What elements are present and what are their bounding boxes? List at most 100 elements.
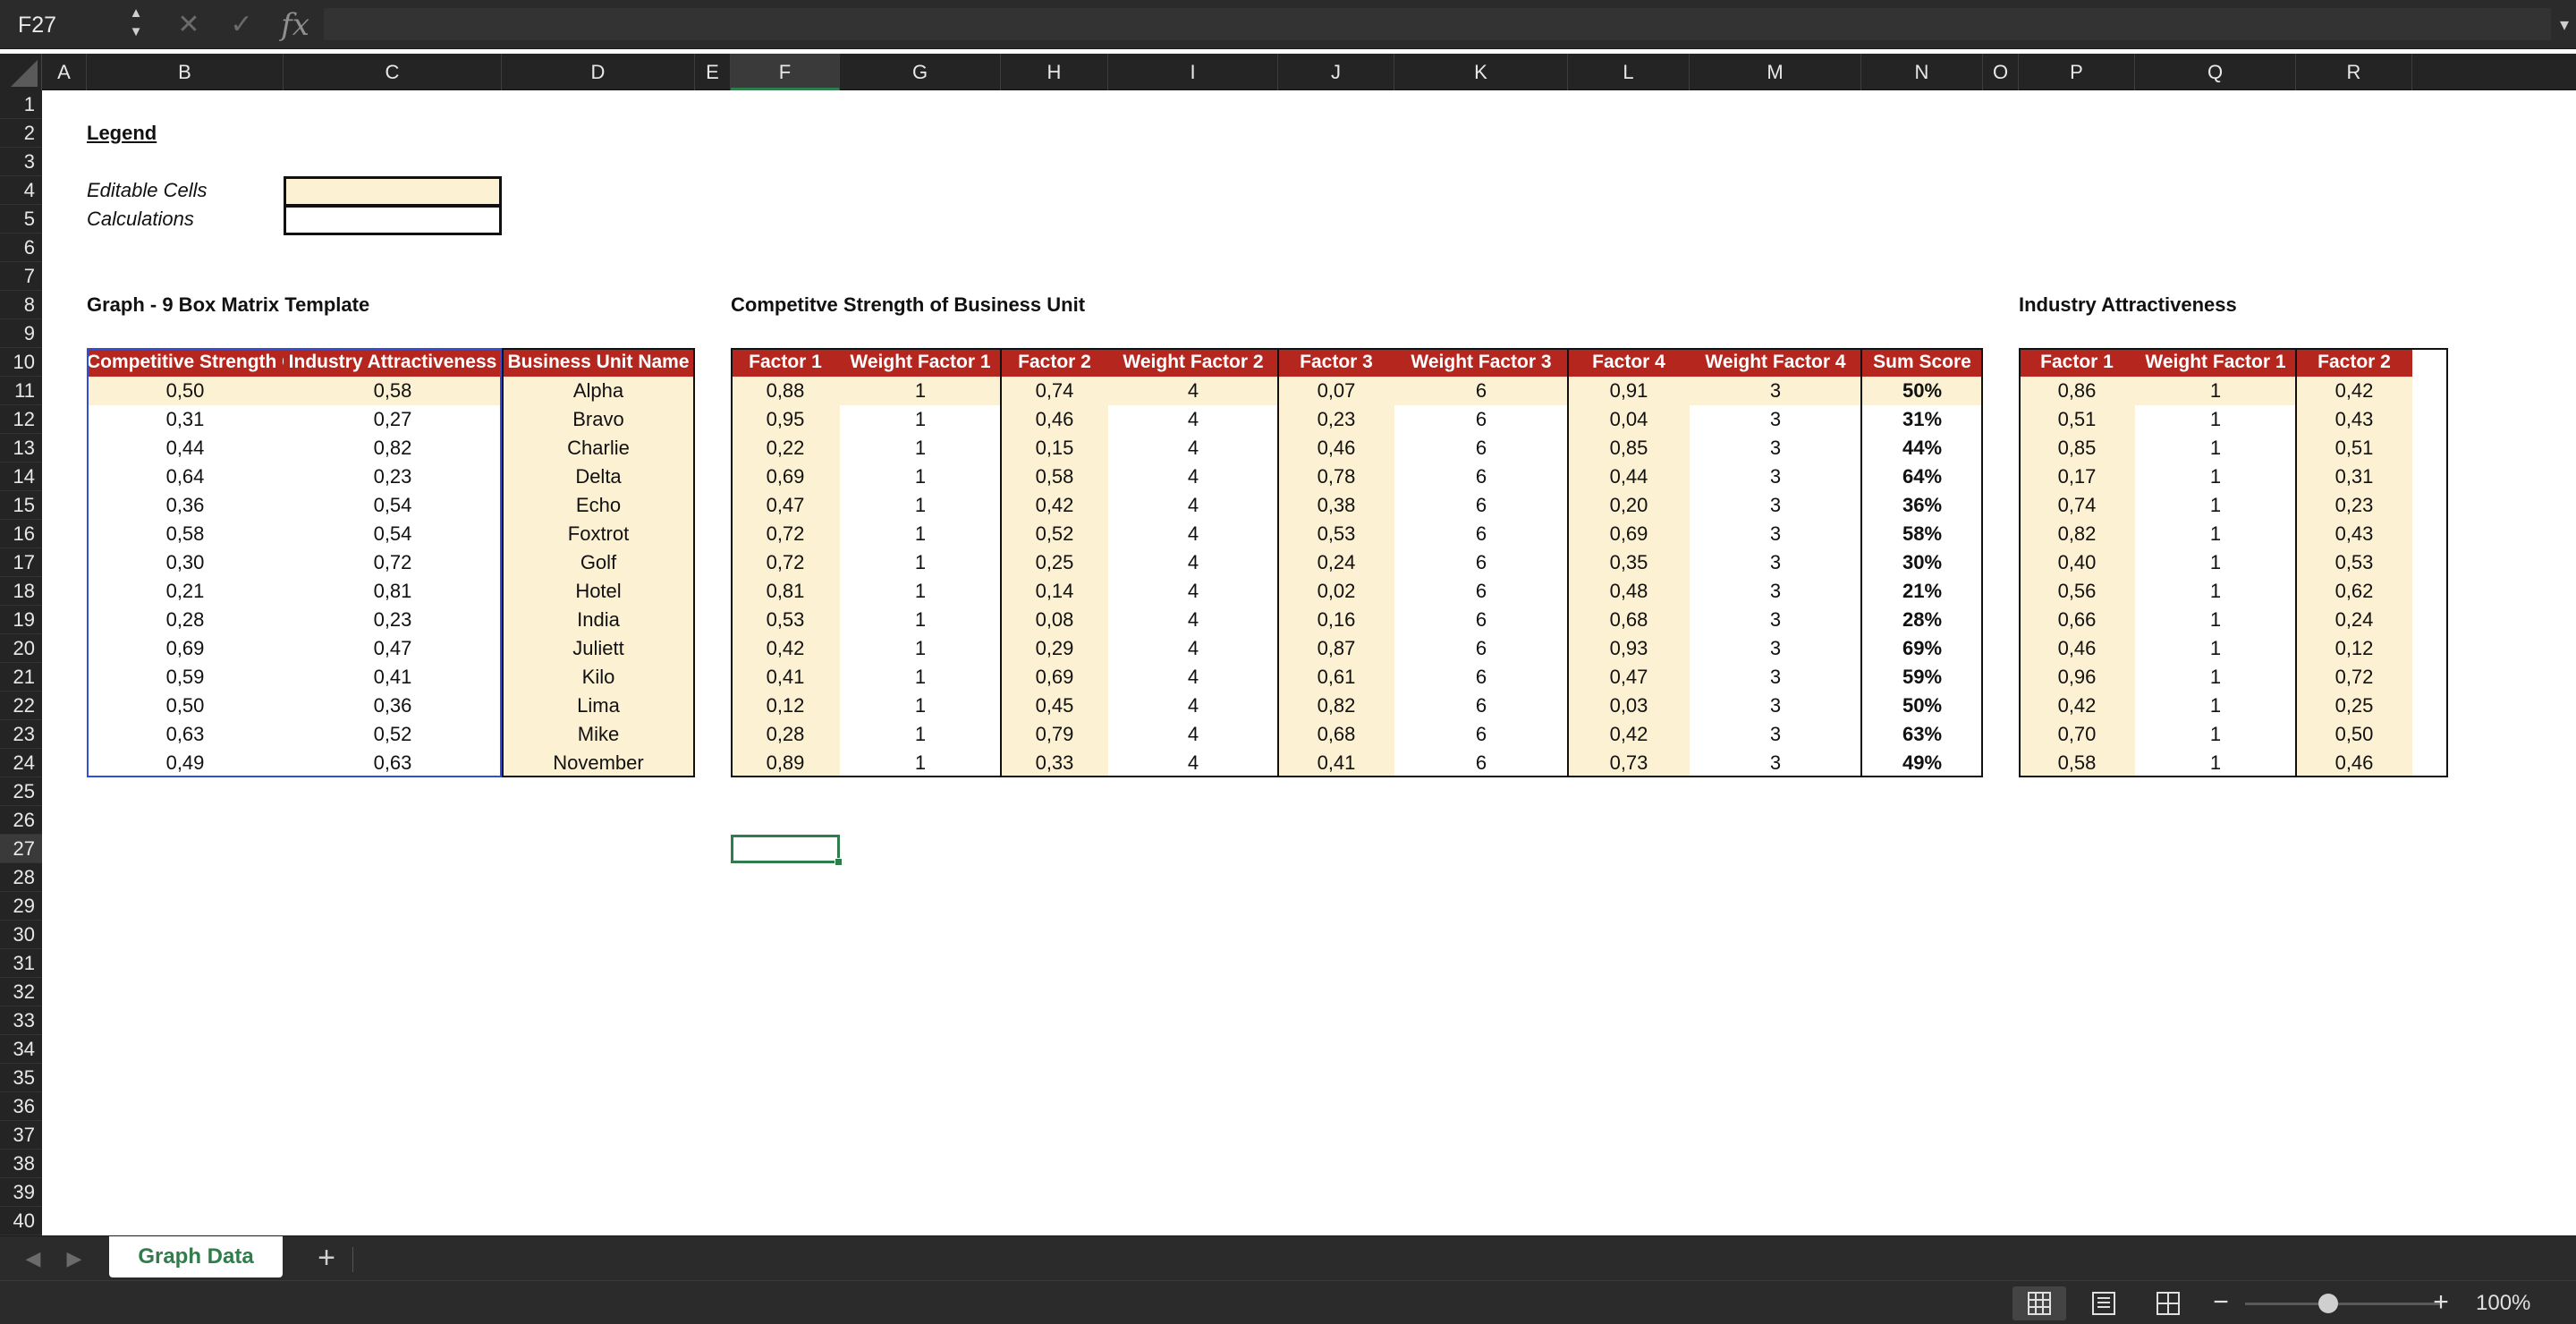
active-cell-selection[interactable] <box>731 835 843 866</box>
cell-g21[interactable]: 1 <box>840 663 1001 692</box>
cell-n23[interactable]: 63% <box>1861 720 1983 749</box>
cell-p18[interactable]: 0,56 <box>2019 577 2135 606</box>
cell-b13[interactable]: 0,44 <box>87 434 284 463</box>
header-industry-attractiveness[interactable]: Industry Attractiveness <box>284 348 502 377</box>
cell-p15[interactable]: 0,74 <box>2019 491 2135 520</box>
header-weight-factor-1[interactable]: Weight Factor 1 <box>2135 348 2296 377</box>
header-business-unit-name[interactable]: Business Unit Name <box>502 348 695 377</box>
cell-i24[interactable]: 4 <box>1108 749 1278 777</box>
header-competitive-strength-of-business-unit[interactable]: Competitive Strength Of Business Unit <box>87 348 284 377</box>
cell-d16[interactable]: Foxtrot <box>502 520 695 548</box>
cell-j17[interactable]: 0,24 <box>1278 548 1394 577</box>
header-factor-2[interactable]: Factor 2 <box>2296 348 2412 377</box>
header-factor-3[interactable]: Factor 3 <box>1278 348 1394 377</box>
cell-k18[interactable]: 6 <box>1394 577 1568 606</box>
cell-f22[interactable]: 0,12 <box>731 692 840 720</box>
cell-r21[interactable]: 0,72 <box>2296 663 2412 692</box>
cell-m18[interactable]: 3 <box>1690 577 1861 606</box>
cell-q13[interactable]: 1 <box>2135 434 2296 463</box>
row-header-21[interactable]: 21 <box>0 663 42 692</box>
cell-l24[interactable]: 0,73 <box>1568 749 1690 777</box>
cell-l22[interactable]: 0,03 <box>1568 692 1690 720</box>
cell-b17[interactable]: 0,30 <box>87 548 284 577</box>
cell-i14[interactable]: 4 <box>1108 463 1278 491</box>
row-header-28[interactable]: 28 <box>0 863 42 892</box>
column-header-i[interactable]: I <box>1108 54 1278 90</box>
row-header-35[interactable]: 35 <box>0 1064 42 1092</box>
cell-q21[interactable]: 1 <box>2135 663 2296 692</box>
column-header-p[interactable]: P <box>2019 54 2135 90</box>
cell-n19[interactable]: 28% <box>1861 606 1983 634</box>
cell-b15[interactable]: 0,36 <box>87 491 284 520</box>
cell-n15[interactable]: 36% <box>1861 491 1983 520</box>
cell-b20[interactable]: 0,69 <box>87 634 284 663</box>
cell-p11[interactable]: 0,86 <box>2019 377 2135 405</box>
cell-k13[interactable]: 6 <box>1394 434 1568 463</box>
cell-c19[interactable]: 0,23 <box>284 606 502 634</box>
row-header-29[interactable]: 29 <box>0 892 42 921</box>
cell-r18[interactable]: 0,62 <box>2296 577 2412 606</box>
row-header-2[interactable]: 2 <box>0 119 42 148</box>
column-header-j[interactable]: J <box>1278 54 1394 90</box>
cell-l15[interactable]: 0,20 <box>1568 491 1690 520</box>
cell-j24[interactable]: 0,41 <box>1278 749 1394 777</box>
cell-k19[interactable]: 6 <box>1394 606 1568 634</box>
cell-b12[interactable]: 0,31 <box>87 405 284 434</box>
cell-j15[interactable]: 0,38 <box>1278 491 1394 520</box>
column-header-q[interactable]: Q <box>2135 54 2296 90</box>
cell-f15[interactable]: 0,47 <box>731 491 840 520</box>
zoom-slider-thumb[interactable] <box>2318 1294 2338 1313</box>
cell-f24[interactable]: 0,89 <box>731 749 840 777</box>
cell-n11[interactable]: 50% <box>1861 377 1983 405</box>
sheet-grid[interactable]: Legend Editable Cells Calculations Graph… <box>42 90 2576 1235</box>
header-weight-factor-2[interactable]: Weight Factor 2 <box>1108 348 1278 377</box>
cell-j20[interactable]: 0,87 <box>1278 634 1394 663</box>
cell-h22[interactable]: 0,45 <box>1001 692 1108 720</box>
previous-sheet-icon[interactable]: ◀ <box>20 1236 47 1281</box>
cell-n20[interactable]: 69% <box>1861 634 1983 663</box>
cell-l21[interactable]: 0,47 <box>1568 663 1690 692</box>
cell-q14[interactable]: 1 <box>2135 463 2296 491</box>
add-sheet-button[interactable]: + <box>304 1236 349 1281</box>
cell-m16[interactable]: 3 <box>1690 520 1861 548</box>
cell-c12[interactable]: 0,27 <box>284 405 502 434</box>
row-header-27[interactable]: 27 <box>0 835 42 863</box>
cell-q18[interactable]: 1 <box>2135 577 2296 606</box>
cell-f17[interactable]: 0,72 <box>731 548 840 577</box>
cell-n17[interactable]: 30% <box>1861 548 1983 577</box>
cell-p20[interactable]: 0,46 <box>2019 634 2135 663</box>
cell-g11[interactable]: 1 <box>840 377 1001 405</box>
cell-p14[interactable]: 0,17 <box>2019 463 2135 491</box>
zoom-level[interactable]: 100% <box>2476 1281 2547 1324</box>
column-header-a[interactable]: A <box>42 54 87 90</box>
row-header-8[interactable]: 8 <box>0 291 42 319</box>
row-header-7[interactable]: 7 <box>0 262 42 291</box>
cell-r11[interactable]: 0,42 <box>2296 377 2412 405</box>
cell-g17[interactable]: 1 <box>840 548 1001 577</box>
cell-d20[interactable]: Juliett <box>502 634 695 663</box>
cell-j22[interactable]: 0,82 <box>1278 692 1394 720</box>
cell-g15[interactable]: 1 <box>840 491 1001 520</box>
page-layout-view-button[interactable] <box>2077 1286 2131 1320</box>
fill-handle[interactable] <box>835 858 843 866</box>
cell-f21[interactable]: 0,41 <box>731 663 840 692</box>
cell-p17[interactable]: 0,40 <box>2019 548 2135 577</box>
row-header-13[interactable]: 13 <box>0 434 42 463</box>
row-header-18[interactable]: 18 <box>0 577 42 606</box>
cell-m15[interactable]: 3 <box>1690 491 1861 520</box>
cell-d19[interactable]: India <box>502 606 695 634</box>
row-header-14[interactable]: 14 <box>0 463 42 491</box>
cell-p13[interactable]: 0,85 <box>2019 434 2135 463</box>
column-header-h[interactable]: H <box>1001 54 1108 90</box>
row-header-15[interactable]: 15 <box>0 491 42 520</box>
cell-q22[interactable]: 1 <box>2135 692 2296 720</box>
cell-m20[interactable]: 3 <box>1690 634 1861 663</box>
cell-l19[interactable]: 0,68 <box>1568 606 1690 634</box>
column-header-k[interactable]: K <box>1394 54 1568 90</box>
cell-b21[interactable]: 0,59 <box>87 663 284 692</box>
cell-g18[interactable]: 1 <box>840 577 1001 606</box>
cell-r24[interactable]: 0,46 <box>2296 749 2412 777</box>
cell-m11[interactable]: 3 <box>1690 377 1861 405</box>
cell-d18[interactable]: Hotel <box>502 577 695 606</box>
row-header-40[interactable]: 40 <box>0 1207 42 1235</box>
